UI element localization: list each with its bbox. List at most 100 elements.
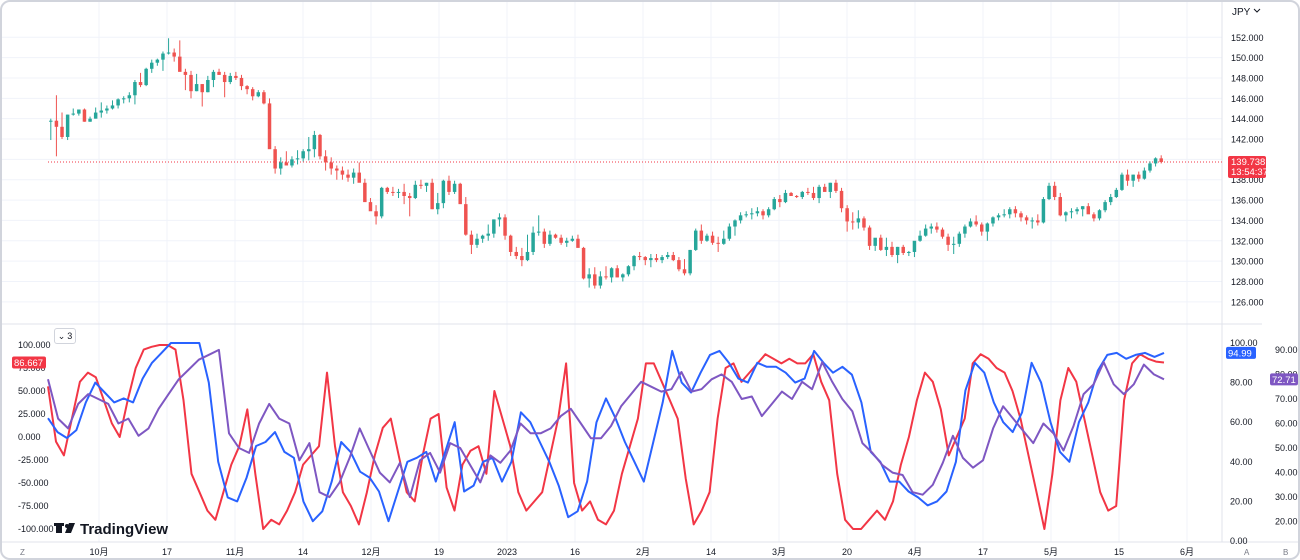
corner-label-b[interactable]: B (1283, 548, 1288, 557)
corner-label-a[interactable]: A (1244, 548, 1250, 557)
time-axis-label: 6月 (1180, 547, 1194, 557)
oscillator-right-axis-2-label: 40.00 (1230, 457, 1253, 467)
candle-up (351, 172, 356, 178)
candle-down (503, 217, 507, 236)
candle-down (419, 184, 423, 186)
candle-up (951, 243, 956, 245)
candle-up (912, 240, 917, 252)
corner-label-z[interactable]: Z (20, 548, 25, 557)
candle-up (660, 257, 664, 261)
chart-canvas[interactable]: 152.000150.000148.000146.000144.000142.0… (2, 2, 1298, 558)
candle-down (1137, 174, 1141, 179)
candle-up (1131, 174, 1135, 181)
candle-down (654, 258, 659, 261)
candle-down (234, 75, 238, 78)
candle-up (1069, 211, 1074, 213)
candle-up (424, 182, 429, 186)
candle-down (239, 77, 244, 87)
currency-chevron-icon[interactable] (1253, 8, 1261, 13)
candle-up (194, 84, 199, 92)
price-axis-label: 148.000 (1231, 73, 1264, 83)
oscillator-left-axis-label: -75.000 (18, 501, 49, 511)
candle-down (391, 191, 395, 193)
candle-down (172, 52, 176, 57)
oscillator-right-axis[interactable]: 90.0080.0070.0060.0050.0040.0030.0020.00 (1275, 345, 1298, 527)
candle-up (413, 184, 418, 199)
candle-up (133, 82, 137, 96)
chevron-down-icon: ⌄ (57, 330, 66, 341)
candle-up (996, 215, 1001, 218)
candle-up (121, 98, 126, 100)
time-axis[interactable]: 10月 17 11月 14 12月 19 2023 16 2月 14 3月 20 4月 17 5月 15 6月 (89, 547, 1194, 557)
pane-collapse-button[interactable]: ⌄ 3 (54, 328, 76, 344)
candle-down (508, 235, 513, 252)
candle-up (1008, 209, 1012, 215)
candle-up (206, 80, 210, 93)
candle-up (452, 183, 457, 192)
candle-down (834, 182, 838, 191)
candle-up (71, 113, 75, 115)
candle-down (183, 71, 188, 75)
candle-down (1036, 220, 1040, 223)
pane-toggle-label: 3 (67, 331, 73, 341)
candle-down (851, 221, 855, 223)
tradingview-logo-icon (54, 523, 75, 533)
candle-up (1097, 210, 1102, 219)
candle-up (1108, 197, 1113, 203)
candle-down (879, 237, 883, 250)
candles (49, 38, 1163, 289)
candle-up (626, 266, 631, 275)
oscillator-left-axis-label: -50.000 (18, 478, 49, 488)
candle-up (817, 186, 821, 199)
candle-down (54, 120, 59, 127)
candle-down (469, 234, 474, 245)
price-axis-label: 134.000 (1231, 216, 1264, 226)
candle-down (974, 221, 978, 225)
price-axis-label: 128.000 (1231, 277, 1264, 287)
candle-down (340, 170, 345, 175)
value-tags: 139.73813:54:3786.66794.9972.71 (12, 156, 1298, 386)
candle-up (873, 237, 877, 246)
candle-up (693, 230, 698, 250)
candle-up (772, 199, 776, 210)
candle-down (346, 174, 350, 178)
candle-up (150, 62, 154, 69)
candle-down (671, 255, 676, 261)
candle-up (907, 251, 911, 253)
candle-up (278, 162, 283, 169)
oscillator-value-label: 86.667 (14, 358, 43, 369)
candle-down (189, 74, 193, 92)
price-axis-label: 132.000 (1231, 236, 1264, 246)
price-axis-label: 142.000 (1231, 135, 1264, 145)
candle-up (1120, 174, 1124, 190)
currency-label: JPY (1232, 7, 1251, 18)
candle-up (744, 214, 748, 216)
candle-down (559, 237, 563, 243)
candle-up (548, 234, 552, 244)
oscillator-right-axis-2-label: 80.00 (1230, 378, 1253, 388)
candle-down (447, 180, 451, 192)
candle-down (1019, 213, 1023, 218)
price-axis-label: 136.000 (1231, 196, 1264, 206)
time-axis-label: 17 (162, 547, 172, 557)
candle-down (464, 204, 468, 235)
candle-down (677, 260, 681, 270)
candle-up (379, 187, 384, 217)
time-axis-label: 14 (298, 547, 308, 557)
candle-down (542, 231, 547, 244)
candle-down (839, 190, 844, 209)
oscillator-right-axis-2[interactable]: 100.00 80.00 60.00 40.00 20.00 0.00 (1230, 338, 1258, 546)
candle-down (267, 103, 272, 150)
candle-down (553, 234, 558, 238)
candle-up (127, 95, 132, 99)
candle-up (587, 274, 591, 279)
candle-up (632, 256, 636, 267)
candle-up (295, 158, 300, 160)
candle-down (363, 182, 367, 203)
time-axis-label: 3月 (772, 547, 786, 557)
candle-up (1080, 206, 1085, 210)
candle-up (110, 105, 115, 109)
brand-name: TradingView (80, 521, 168, 538)
candle-up (301, 151, 305, 159)
candle-up (105, 108, 109, 111)
